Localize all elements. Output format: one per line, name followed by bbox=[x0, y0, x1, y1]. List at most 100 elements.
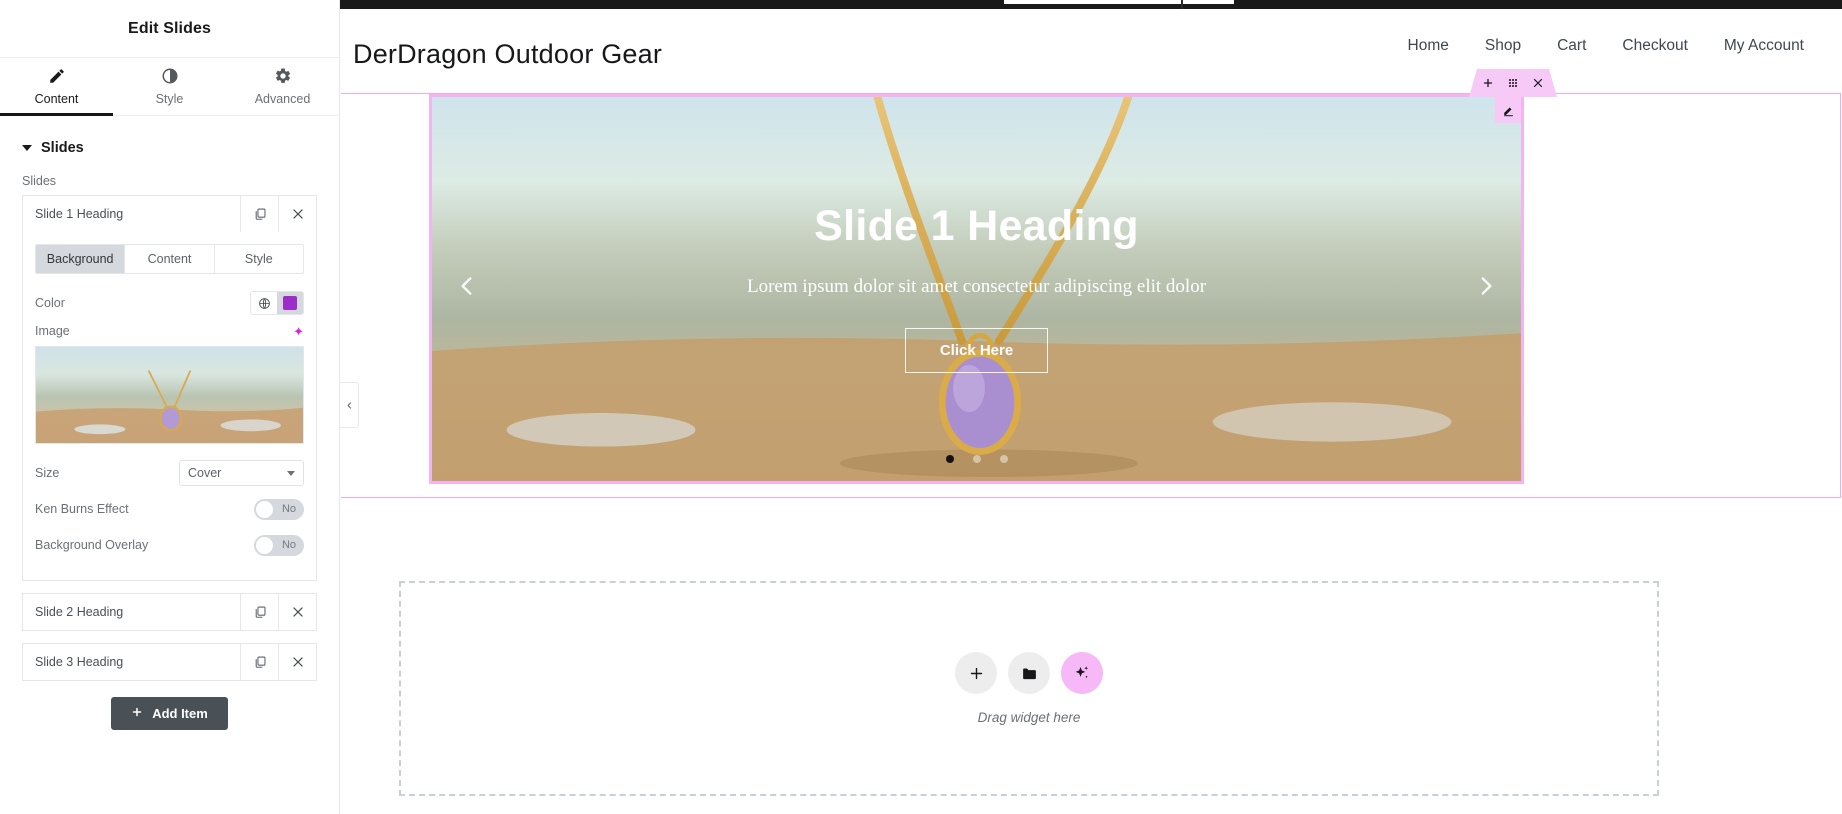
tab-content-label: Content bbox=[34, 92, 79, 106]
repeater-item-slide-1: Slide 1 Heading Background Content Style bbox=[22, 195, 317, 581]
ai-sparkle-icon bbox=[1075, 666, 1088, 679]
contrast-icon bbox=[161, 67, 179, 85]
background-overlay-row: Background Overlay No bbox=[35, 530, 304, 560]
image-control-row: Image ✦ bbox=[35, 324, 304, 338]
chevron-left-icon bbox=[347, 401, 351, 409]
ai-sparkle-icon[interactable]: ✦ bbox=[293, 325, 304, 338]
panel-tabs: Content Style Advanced bbox=[0, 58, 339, 116]
widget-edit-button[interactable] bbox=[1495, 97, 1521, 123]
tab-style-label: Style bbox=[155, 92, 184, 106]
slider-dot-2[interactable] bbox=[972, 455, 981, 463]
size-label: Size bbox=[35, 466, 60, 480]
repeater-item-slide-2: Slide 2 Heading bbox=[22, 593, 317, 631]
section-slides-label: Slides bbox=[41, 140, 84, 156]
section-container[interactable]: Slide 1 Heading Lorem ipsum dolor sit am… bbox=[341, 69, 1841, 498]
slide-heading: Slide 1 Heading bbox=[814, 202, 1139, 250]
color-control-row: Color bbox=[35, 288, 304, 318]
slider-pagination bbox=[432, 455, 1521, 463]
section-slides[interactable]: Slides bbox=[0, 116, 339, 156]
size-control-row: Size Cover bbox=[35, 458, 304, 488]
remove-slide-3-button[interactable] bbox=[278, 644, 316, 680]
add-widget-button[interactable] bbox=[955, 652, 997, 694]
subtab-background[interactable]: Background bbox=[36, 245, 126, 273]
tab-style[interactable]: Style bbox=[113, 58, 226, 115]
plus-icon bbox=[970, 667, 982, 679]
repeater-row: Slide 3 Heading bbox=[23, 644, 316, 680]
ken-burns-toggle[interactable]: No bbox=[254, 498, 304, 520]
ken-burns-value: No bbox=[281, 502, 296, 515]
add-item-button[interactable]: Add Item bbox=[111, 697, 228, 730]
folder-icon bbox=[1022, 668, 1036, 679]
duplicate-slide-3-button[interactable] bbox=[240, 644, 278, 680]
panel-title: Edit Slides bbox=[0, 0, 339, 58]
widget-toolbar bbox=[1469, 69, 1557, 97]
background-overlay-value: No bbox=[281, 538, 296, 551]
ai-builder-button[interactable] bbox=[1061, 652, 1103, 694]
slider-widget[interactable]: Slide 1 Heading Lorem ipsum dolor sit am… bbox=[429, 69, 1557, 484]
add-item-wrap: Add Item bbox=[22, 681, 317, 730]
color-swatch-button[interactable] bbox=[277, 292, 303, 314]
size-select[interactable]: Cover bbox=[179, 460, 304, 486]
slide-2-title[interactable]: Slide 2 Heading bbox=[23, 594, 240, 630]
toggle-knob bbox=[256, 536, 273, 554]
ken-burns-row: Ken Burns Effect No bbox=[35, 494, 304, 524]
slider-prev-button[interactable] bbox=[454, 273, 480, 305]
tab-advanced[interactable]: Advanced bbox=[226, 58, 339, 115]
close-icon[interactable] bbox=[1532, 77, 1544, 89]
nav-item-cart[interactable]: Cart bbox=[1557, 37, 1586, 55]
gear-icon bbox=[274, 67, 292, 85]
site-title: DerDragon Outdoor Gear bbox=[353, 38, 663, 69]
widget-dropzone[interactable]: Drag widget here bbox=[399, 581, 1659, 796]
nav-item-my-account[interactable]: My Account bbox=[1724, 37, 1804, 55]
panel-body: Slides Slides Slide 1 Heading Background… bbox=[0, 116, 339, 814]
slider-next-button[interactable] bbox=[1473, 273, 1499, 305]
slide-subtabs: Background Content Style bbox=[35, 244, 304, 274]
slider-dot-3[interactable] bbox=[999, 455, 1008, 463]
drag-handle-icon[interactable] bbox=[1507, 77, 1519, 89]
subtab-content[interactable]: Content bbox=[125, 245, 215, 273]
slide-cta-button[interactable]: Click Here bbox=[904, 328, 1049, 373]
top-bar-divider bbox=[1181, 0, 1183, 9]
duplicate-slide-1-button[interactable] bbox=[240, 196, 278, 232]
color-control bbox=[250, 291, 304, 315]
top-bar-highlight bbox=[1004, 0, 1234, 4]
duplicate-slide-2-button[interactable] bbox=[240, 594, 278, 630]
plus-icon[interactable] bbox=[1482, 77, 1494, 89]
open-library-button[interactable] bbox=[1008, 652, 1050, 694]
pencil-icon bbox=[48, 67, 66, 85]
plus-icon bbox=[131, 706, 143, 721]
tab-content[interactable]: Content bbox=[0, 58, 113, 116]
repeater-item-slide-3: Slide 3 Heading bbox=[22, 643, 317, 681]
slides-repeater: Slide 1 Heading Background Content Style bbox=[22, 195, 317, 730]
image-preview[interactable] bbox=[35, 346, 304, 444]
site-nav: Home Shop Cart Checkout My Account bbox=[1408, 37, 1804, 55]
chevron-down-icon bbox=[287, 470, 295, 476]
repeater-row: Slide 1 Heading bbox=[23, 196, 316, 232]
slide-1-title[interactable]: Slide 1 Heading bbox=[23, 196, 240, 232]
panel-collapse-button[interactable] bbox=[340, 382, 359, 428]
slide-content: Slide 1 Heading Lorem ipsum dolor sit am… bbox=[432, 97, 1521, 481]
subtab-style[interactable]: Style bbox=[214, 245, 303, 273]
toggle-knob bbox=[256, 500, 273, 518]
nav-item-checkout[interactable]: Checkout bbox=[1622, 37, 1687, 55]
preview-canvas: DerDragon Outdoor Gear Home Shop Cart Ch… bbox=[341, 9, 1842, 814]
slider-dot-1[interactable] bbox=[945, 455, 954, 463]
slide-1-settings: Background Content Style Color Image ✦ S… bbox=[23, 232, 316, 580]
nav-item-home[interactable]: Home bbox=[1408, 37, 1449, 55]
remove-slide-1-button[interactable] bbox=[278, 196, 316, 232]
nav-item-shop[interactable]: Shop bbox=[1485, 37, 1521, 55]
repeater-label: Slides bbox=[22, 174, 57, 188]
size-select-value: Cover bbox=[188, 466, 222, 480]
editor-panel: Edit Slides Content Style Advanced Slide… bbox=[0, 0, 340, 814]
slide-3-title[interactable]: Slide 3 Heading bbox=[23, 644, 240, 680]
chevron-down-icon bbox=[22, 145, 32, 151]
site-header: DerDragon Outdoor Gear Home Shop Cart Ch… bbox=[341, 9, 1842, 99]
globe-icon[interactable] bbox=[251, 296, 277, 310]
dropzone-buttons bbox=[955, 652, 1103, 694]
color-label: Color bbox=[35, 296, 65, 310]
ken-burns-label: Ken Burns Effect bbox=[35, 502, 129, 516]
slide-subheading: Lorem ipsum dolor sit amet consectetur a… bbox=[746, 276, 1207, 297]
color-swatch bbox=[283, 296, 297, 310]
background-overlay-toggle[interactable]: No bbox=[254, 534, 304, 556]
remove-slide-2-button[interactable] bbox=[278, 594, 316, 630]
